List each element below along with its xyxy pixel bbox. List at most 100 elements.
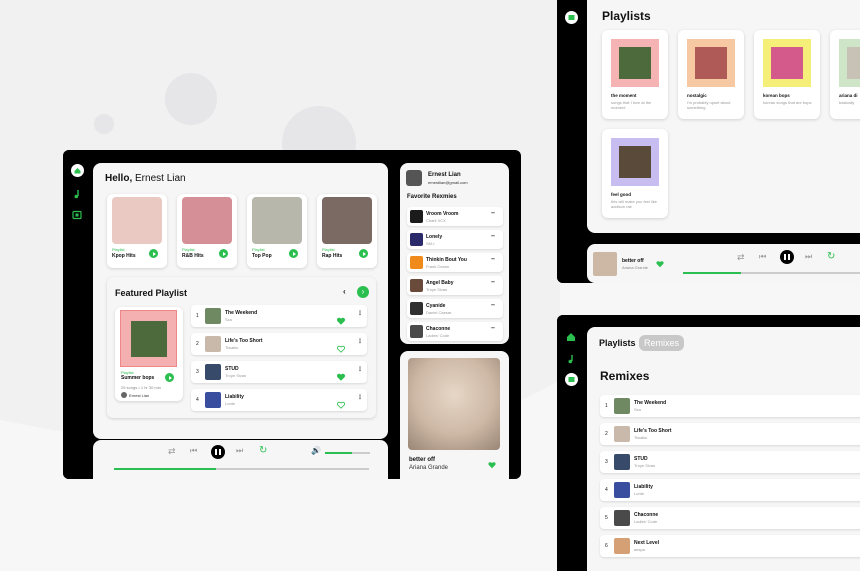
- track-artist: Troye Sivan: [634, 463, 656, 468]
- remix-row[interactable]: Angel Baby Troye Sivan –: [407, 276, 503, 295]
- track-thumb: [205, 336, 221, 352]
- playlist-desc: i'm probably upset about something: [687, 100, 731, 110]
- playlist-card[interactable]: feel good this will make you feel like ad…: [602, 129, 668, 218]
- heart-icon[interactable]: [337, 340, 345, 353]
- track-thumb: [205, 364, 221, 380]
- more-icon[interactable]: –: [491, 256, 495, 263]
- music-note-icon[interactable]: [564, 352, 578, 366]
- track-row[interactable]: 1 The Weekend Sza: [600, 395, 860, 417]
- track-thumb: [205, 392, 221, 408]
- more-icon[interactable]: ⋮: [357, 310, 363, 317]
- featured-title: Summer bops: [121, 375, 155, 381]
- main-window: Hello, Ernest Lian Playlist Kpop Hits Play…: [63, 150, 521, 479]
- play-button[interactable]: [289, 249, 298, 258]
- volume-icon[interactable]: 🔊: [311, 446, 321, 455]
- featured-cover-card[interactable]: Playlist Summer bops 25 songs • 1 hr 30 …: [115, 307, 183, 401]
- playlist-card[interactable]: nostalgic i'm probably upset about someth…: [678, 30, 744, 119]
- track-thumb: [614, 454, 630, 470]
- track-row[interactable]: 4 Liability Lorde: [600, 479, 860, 501]
- library-icon[interactable]: [564, 10, 578, 24]
- profile-email: ernestlian@gmail.com: [428, 180, 468, 185]
- heart-icon[interactable]: [656, 260, 664, 268]
- library-icon[interactable]: [70, 208, 84, 222]
- remix-thumb: [410, 325, 423, 338]
- repeat-icon[interactable]: ↻: [259, 445, 267, 456]
- library-icon[interactable]: [564, 372, 578, 386]
- track-artist: Sza: [225, 317, 232, 322]
- more-icon[interactable]: –: [491, 302, 495, 309]
- playlist-card[interactable]: ariana di basically: [830, 30, 860, 119]
- more-icon[interactable]: –: [491, 325, 495, 332]
- remix-row[interactable]: Lonely SM-I –: [407, 230, 503, 249]
- playlist-art-photo: [619, 47, 651, 79]
- remix-row[interactable]: Chaconne Ladies' Code –: [407, 322, 503, 341]
- featured-cover-art: [120, 310, 177, 367]
- track-row[interactable]: 2 Life's Too Short Tiwaiku: [600, 423, 860, 445]
- pause-button[interactable]: [211, 445, 225, 459]
- track-thumb: [614, 398, 630, 414]
- greeting: Hello, Ernest Lian: [105, 173, 186, 184]
- track-number: 4: [196, 397, 199, 403]
- previous-icon[interactable]: ⏮: [190, 446, 197, 456]
- home-icon[interactable]: [564, 330, 578, 344]
- pause-button[interactable]: [780, 250, 794, 264]
- remix-row[interactable]: Vroom Vroom Charli XCX –: [407, 207, 503, 226]
- playlist-card[interactable]: Playlist R&B Hits: [177, 194, 237, 268]
- track-row[interactable]: 5 Chaconne Ladies' Code: [600, 507, 860, 529]
- avatar[interactable]: [406, 170, 422, 186]
- more-icon[interactable]: –: [491, 279, 495, 286]
- track-row[interactable]: 3 STUD Troye Sivan ⋮: [191, 361, 367, 383]
- heart-icon[interactable]: [337, 396, 345, 409]
- playlist-art: [182, 197, 232, 244]
- playlist-title: Rap Hits: [322, 253, 343, 259]
- playlist-card[interactable]: Playlist Rap Hits: [317, 194, 377, 268]
- more-icon[interactable]: ⋮: [357, 366, 363, 373]
- next-icon[interactable]: ⏭: [805, 252, 812, 262]
- tab-playlists[interactable]: Playlists: [599, 338, 636, 348]
- heart-icon[interactable]: [337, 312, 345, 325]
- remix-row[interactable]: Cyanide Daniel Caesar –: [407, 299, 503, 318]
- avatar: [121, 392, 127, 398]
- playlist-art: [252, 197, 302, 244]
- now-playing-artist: Ariana Grande: [409, 465, 449, 471]
- track-row[interactable]: 1 The Weekend Sza ⋮: [191, 305, 367, 327]
- playlist-card[interactable]: Playlist Top Pop: [247, 194, 307, 268]
- more-icon[interactable]: –: [491, 233, 495, 240]
- heart-icon[interactable]: [488, 461, 496, 469]
- play-button[interactable]: [219, 249, 228, 258]
- playlist-art: [611, 138, 659, 186]
- previous-icon[interactable]: ⏮: [759, 252, 766, 262]
- chevron-right-button[interactable]: ›: [357, 286, 369, 298]
- shuffle-icon[interactable]: ⇄: [737, 252, 745, 263]
- play-button[interactable]: [165, 373, 174, 382]
- music-note-icon[interactable]: [70, 187, 84, 201]
- more-icon[interactable]: –: [491, 210, 495, 217]
- now-playing-panel: better off Ariana Grande: [400, 351, 509, 479]
- track-title: STUD: [634, 456, 648, 462]
- more-icon[interactable]: ⋮: [357, 338, 363, 345]
- track-row[interactable]: 3 STUD Troye Sivan: [600, 451, 860, 473]
- more-icon[interactable]: ⋮: [357, 394, 363, 401]
- play-button[interactable]: [359, 249, 368, 258]
- progress-slider[interactable]: [114, 468, 369, 470]
- next-icon[interactable]: ⏭: [236, 446, 243, 456]
- volume-slider[interactable]: [325, 452, 370, 454]
- track-row[interactable]: 2 Life's Too Short Tiwaiku ⋮: [191, 333, 367, 355]
- remix-thumb: [410, 256, 423, 269]
- remix-title: Vroom Vroom: [426, 211, 459, 217]
- progress-slider[interactable]: [683, 272, 860, 274]
- heart-icon[interactable]: [337, 368, 345, 381]
- remix-row[interactable]: Thinkin Bout You Frank Ocean –: [407, 253, 503, 272]
- shuffle-icon[interactable]: ⇄: [168, 446, 176, 457]
- chevron-left-icon[interactable]: ‹: [343, 287, 346, 296]
- playlist-card[interactable]: the moment songs that I love at the momen…: [602, 30, 668, 119]
- play-button[interactable]: [149, 249, 158, 258]
- playlist-card[interactable]: Playlist Kpop Hits: [107, 194, 167, 268]
- track-row[interactable]: 6 Next Level aespa: [600, 535, 860, 557]
- playlist-title: the moment: [611, 93, 637, 98]
- home-icon[interactable]: [70, 163, 84, 177]
- tab-remixes[interactable]: Remixes: [639, 335, 685, 351]
- playlist-card[interactable]: korean bops korean songs that are bops: [754, 30, 820, 119]
- track-row[interactable]: 4 Liability Lorde ⋮: [191, 389, 367, 411]
- repeat-icon[interactable]: ↻: [827, 251, 835, 262]
